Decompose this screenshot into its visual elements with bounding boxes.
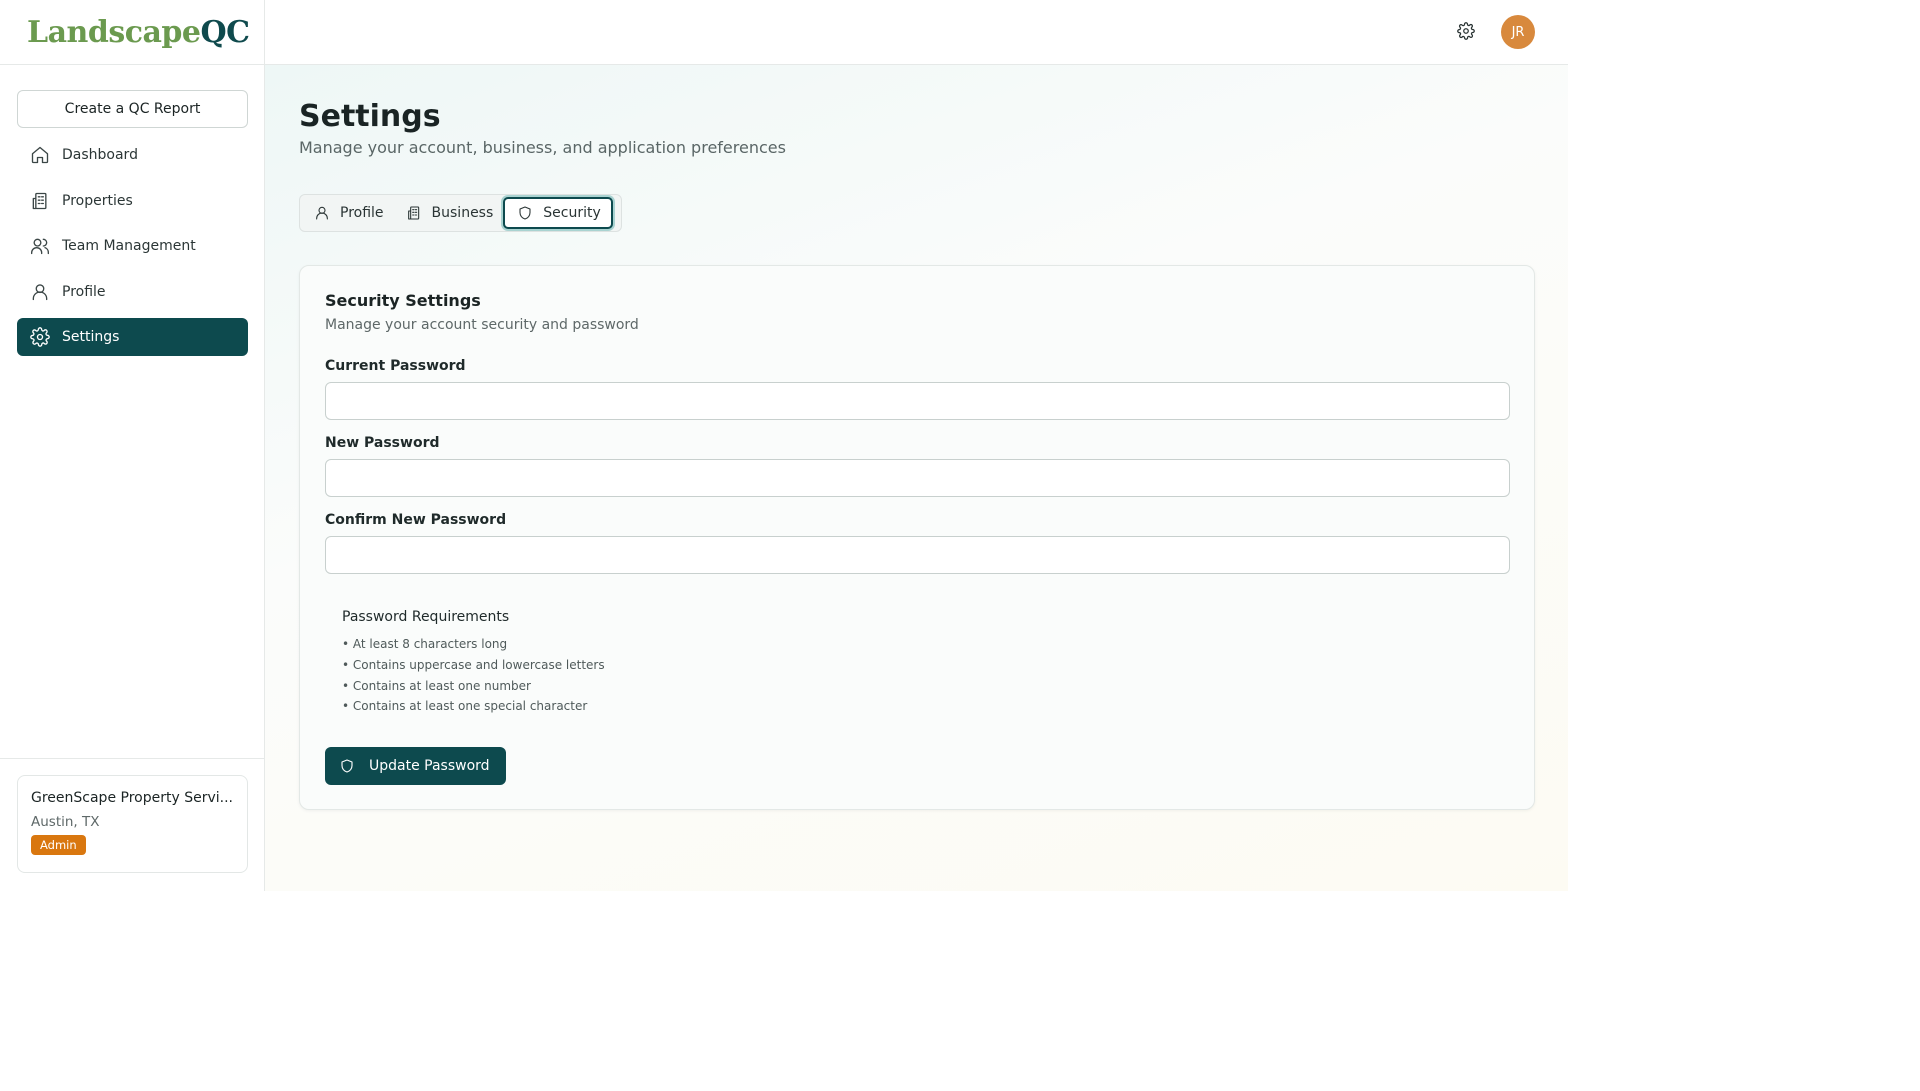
top-bar: JR — [265, 0, 1568, 65]
page-subtitle: Manage your account, business, and appli… — [299, 138, 786, 157]
avatar[interactable]: JR — [1501, 15, 1535, 49]
sidebar-item-label: Properties — [62, 192, 133, 209]
main-content: Settings Manage your account, business, … — [265, 65, 1568, 891]
create-qc-report-button[interactable]: Create a QC Report — [17, 90, 248, 128]
sidebar-item-dashboard[interactable]: Dashboard — [17, 136, 248, 174]
user-icon — [32, 284, 48, 300]
tab-label: Business — [431, 205, 494, 221]
sidebar-item-team-management[interactable]: Team Management — [17, 227, 248, 265]
security-settings-card: Security Settings Manage your account se… — [299, 265, 1535, 810]
logo-text-qc: QC — [200, 14, 250, 50]
sidebar-item-label: Settings — [62, 329, 120, 346]
business-card[interactable]: GreenScape Property Servi... Austin, TX … — [17, 775, 248, 873]
shield-icon — [519, 206, 531, 220]
requirement-item: • Contains at least one number — [342, 678, 531, 693]
gear-icon — [1457, 22, 1475, 40]
settings-tabs: Profile Business Security — [299, 194, 622, 232]
card-subtitle: Manage your account security and passwor… — [325, 317, 639, 333]
users-icon — [31, 238, 49, 255]
user-icon — [316, 206, 328, 220]
business-name: GreenScape Property Servi... — [31, 790, 233, 806]
requirement-item: • At least 8 characters long — [342, 637, 508, 651]
sidebar-item-label: Profile — [62, 283, 106, 300]
sidebar-nav: Dashboard Properties Team Management Pro… — [17, 136, 248, 364]
tab-label: Security — [543, 205, 601, 221]
update-password-label: Update Password — [369, 758, 490, 774]
requirement-item: • Contains uppercase and lowercase lette… — [342, 657, 605, 672]
sidebar-item-label: Team Management — [62, 238, 196, 255]
confirm-password-field[interactable] — [325, 536, 1510, 574]
new-password-field[interactable] — [325, 459, 1510, 497]
business-location: Austin, TX — [31, 814, 100, 830]
current-password-label: Current Password — [325, 358, 466, 374]
card-title: Security Settings — [325, 291, 481, 310]
sidebar-item-properties[interactable]: Properties — [17, 182, 248, 220]
tab-business[interactable]: Business — [394, 197, 504, 229]
shield-icon — [341, 759, 353, 773]
tab-profile[interactable]: Profile — [302, 197, 394, 229]
password-requirements: Password Requirements • At least 8 chara… — [342, 609, 605, 717]
confirm-password-label: Confirm New Password — [325, 512, 507, 528]
page-title: Settings — [299, 99, 441, 134]
tab-label: Profile — [340, 205, 384, 221]
logo-text-landscape: Landscape — [27, 14, 201, 50]
sidebar-item-settings[interactable]: Settings — [17, 318, 248, 357]
logo-bar: LandscapeQC — [0, 0, 264, 65]
update-password-button[interactable]: Update Password — [325, 747, 506, 785]
current-password-field[interactable] — [325, 382, 1510, 420]
requirements-title: Password Requirements — [342, 609, 510, 625]
building-icon — [407, 206, 419, 220]
role-badge: Admin — [31, 835, 86, 855]
home-icon — [31, 146, 49, 164]
gear-icon — [30, 327, 50, 348]
logo[interactable]: LandscapeQC — [27, 15, 250, 50]
settings-gear-button[interactable] — [1457, 22, 1475, 40]
divider — [0, 758, 265, 759]
requirements-list: • At least 8 characters long • Contains … — [342, 634, 605, 717]
building-icon — [32, 192, 47, 209]
tab-security[interactable]: Security — [503, 197, 613, 229]
sidebar: LandscapeQC Create a QC Report Dashboard… — [0, 0, 265, 891]
new-password-label: New Password — [325, 435, 440, 451]
requirement-item: • Contains at least one special characte… — [342, 699, 588, 714]
sidebar-item-profile[interactable]: Profile — [17, 273, 248, 311]
sidebar-item-label: Dashboard — [62, 147, 138, 163]
app-root: LandscapeQC Create a QC Report Dashboard… — [0, 0, 1568, 891]
